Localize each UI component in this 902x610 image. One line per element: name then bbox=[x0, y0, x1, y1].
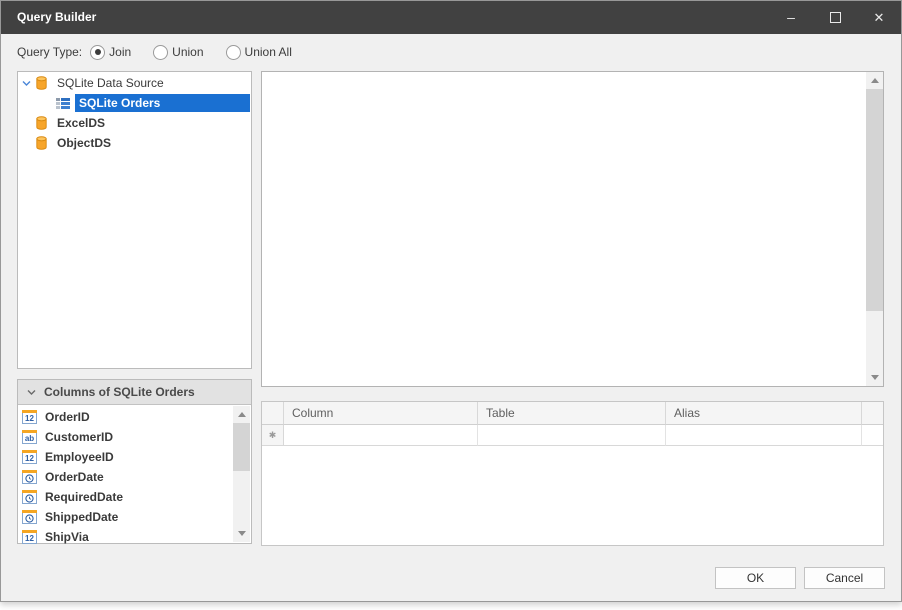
grid-cell-filler bbox=[862, 425, 883, 446]
column-item-label: ShippedDate bbox=[45, 510, 119, 524]
grid-header-filler bbox=[862, 402, 883, 425]
column-item-orderdate[interactable]: OrderDate bbox=[22, 467, 104, 487]
radio-option-union[interactable]: Union bbox=[153, 44, 204, 60]
query-type-row: Query Type: Join Union Union All bbox=[17, 35, 314, 69]
database-icon bbox=[34, 75, 49, 91]
column-grid: Column Table Alias ✱ bbox=[261, 401, 884, 546]
columns-panel-header[interactable]: Columns of SQLite Orders bbox=[18, 380, 251, 405]
tree-item-sqlite-data-source[interactable]: SQLite Data Source bbox=[18, 73, 250, 93]
column-item-label: EmployeeID bbox=[45, 450, 114, 464]
column-item-label: OrderID bbox=[45, 410, 90, 424]
column-item-requireddate[interactable]: RequiredDate bbox=[22, 487, 123, 507]
scrollbar-thumb[interactable] bbox=[233, 423, 250, 471]
database-icon bbox=[34, 135, 49, 151]
ok-button[interactable]: OK bbox=[715, 567, 796, 589]
columns-scrollbar[interactable] bbox=[233, 406, 250, 542]
minimize-icon: – bbox=[787, 9, 795, 25]
numeric-column-icon: 12 bbox=[22, 450, 37, 464]
query-builder-dialog: Query Builder – ✕ Query Type: Join Union… bbox=[0, 0, 902, 602]
radio-union-all[interactable] bbox=[225, 44, 241, 60]
radio-option-join[interactable]: Join bbox=[90, 44, 132, 60]
query-type-label: Query Type: bbox=[17, 45, 83, 59]
grid-cell-table[interactable] bbox=[478, 425, 666, 446]
tree-item-label: ObjectDS bbox=[57, 136, 112, 150]
grid-header-row: Column Table Alias bbox=[262, 402, 883, 425]
scroll-up-icon[interactable] bbox=[866, 72, 883, 89]
window-title: Query Builder bbox=[17, 10, 97, 24]
radio-join-label: Join bbox=[109, 45, 132, 59]
column-item-shippeddate[interactable]: ShippedDate bbox=[22, 507, 118, 527]
close-button[interactable]: ✕ bbox=[857, 1, 901, 34]
column-item-customerid[interactable]: ab CustomerID bbox=[22, 427, 113, 447]
tree-item-label: SQLite Data Source bbox=[57, 76, 164, 90]
radio-union-label: Union bbox=[172, 45, 204, 59]
column-item-shipvia[interactable]: 12 ShipVia bbox=[22, 527, 89, 547]
column-item-label: RequiredDate bbox=[45, 490, 124, 504]
numeric-column-icon: 12 bbox=[22, 410, 37, 424]
grid-row-indicator-header bbox=[262, 402, 284, 425]
query-design-surface[interactable] bbox=[261, 71, 884, 387]
tree-item-excelds[interactable]: ExcelDS bbox=[18, 113, 250, 133]
column-item-label: CustomerID bbox=[45, 430, 114, 444]
scrollbar-thumb[interactable] bbox=[866, 89, 883, 311]
datetime-column-icon bbox=[22, 490, 37, 504]
columns-panel-title: Columns of SQLite Orders bbox=[44, 385, 195, 399]
grid-new-row: ✱ bbox=[262, 425, 883, 446]
radio-option-union-all[interactable]: Union All bbox=[225, 44, 292, 60]
chevron-down-icon[interactable] bbox=[18, 385, 44, 399]
scroll-down-icon[interactable] bbox=[866, 369, 883, 386]
numeric-column-icon: 12 bbox=[22, 530, 37, 544]
radio-union-all-label: Union All bbox=[244, 45, 292, 59]
grid-header-column[interactable]: Column bbox=[284, 402, 478, 425]
grid-header-alias[interactable]: Alias bbox=[666, 402, 862, 425]
datetime-column-icon bbox=[22, 470, 37, 484]
column-item-label: OrderDate bbox=[45, 470, 104, 484]
tree-item-objectds[interactable]: ObjectDS bbox=[18, 133, 250, 153]
grid-cell-column[interactable] bbox=[284, 425, 478, 446]
scroll-down-icon[interactable] bbox=[233, 525, 250, 542]
titlebar: Query Builder – ✕ bbox=[1, 1, 901, 34]
text-column-icon: ab bbox=[22, 430, 37, 444]
scroll-up-icon[interactable] bbox=[233, 406, 250, 423]
column-item-orderid[interactable]: 12 OrderID bbox=[22, 407, 90, 427]
radio-union[interactable] bbox=[153, 44, 169, 60]
maximize-icon bbox=[829, 12, 841, 24]
column-item-label: ShipVia bbox=[45, 530, 89, 544]
maximize-button[interactable] bbox=[813, 1, 857, 34]
datetime-column-icon bbox=[22, 510, 37, 524]
chevron-down-icon[interactable] bbox=[18, 76, 34, 90]
radio-join[interactable] bbox=[90, 44, 106, 60]
new-row-indicator-icon: ✱ bbox=[262, 425, 284, 446]
columns-panel: Columns of SQLite Orders 12 OrderID ab C… bbox=[17, 379, 252, 544]
close-icon: ✕ bbox=[873, 10, 885, 25]
design-scrollbar[interactable] bbox=[866, 72, 883, 386]
tree-item-label: ExcelDS bbox=[57, 116, 106, 130]
database-icon bbox=[34, 115, 49, 131]
minimize-button[interactable]: – bbox=[769, 1, 813, 34]
tree-item-sqlite-orders[interactable]: SQLite Orders bbox=[18, 93, 250, 113]
grid-header-table[interactable]: Table bbox=[478, 402, 666, 425]
data-source-tree: SQLite Data Source SQLite Orders ExcelDS… bbox=[17, 71, 252, 369]
column-item-employeeid[interactable]: 12 EmployeeID bbox=[22, 447, 114, 467]
table-icon bbox=[55, 97, 71, 110]
tree-item-label: SQLite Orders bbox=[75, 94, 250, 112]
cancel-button[interactable]: Cancel bbox=[804, 567, 885, 589]
grid-cell-alias[interactable] bbox=[666, 425, 862, 446]
